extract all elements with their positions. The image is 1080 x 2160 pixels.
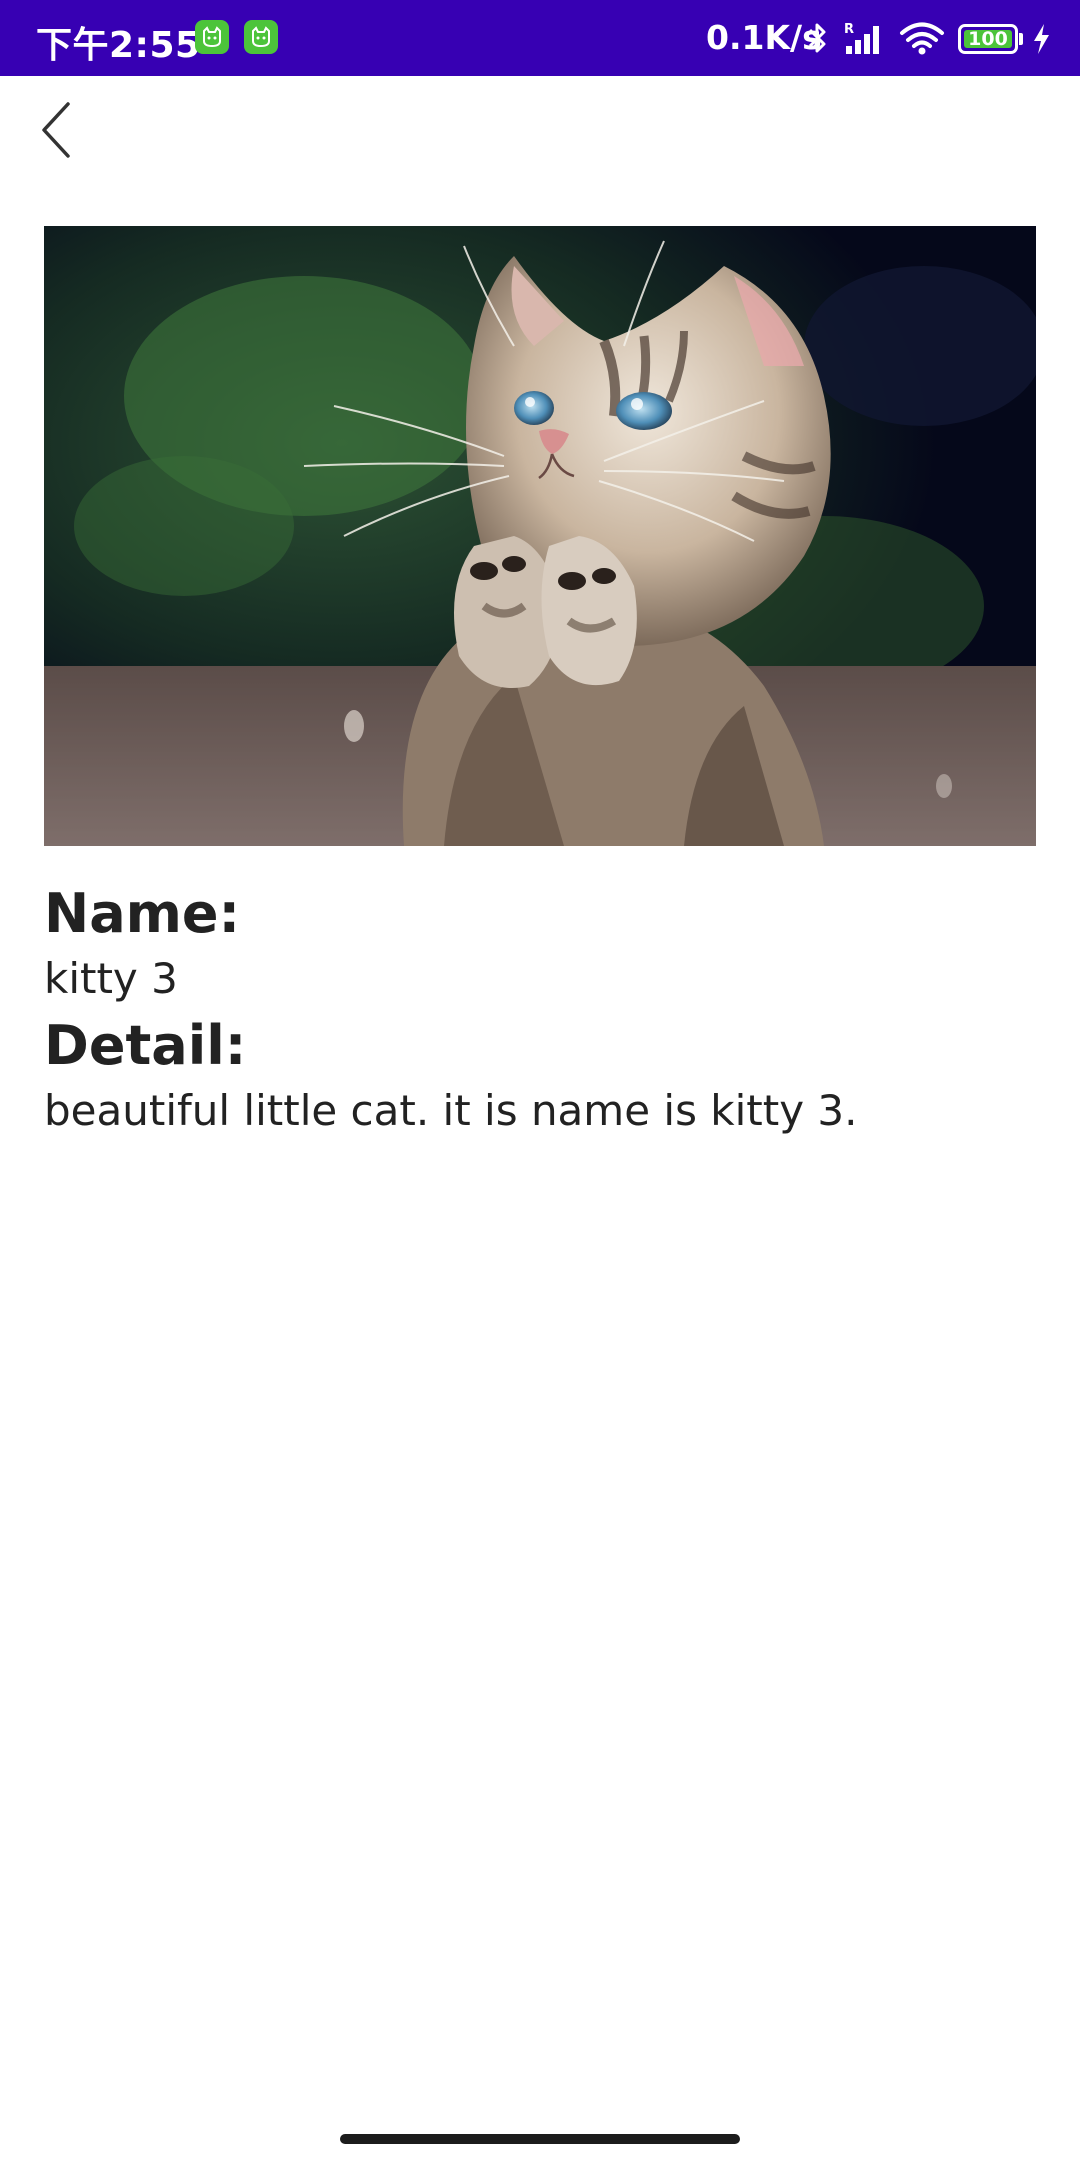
detail-value: beautiful little cat. it is name is kitt… <box>44 1086 858 1135</box>
bluetooth-icon <box>808 23 826 53</box>
cat-photo <box>44 226 1036 846</box>
status-bar: 下午2:55 0.1K/s R 100 <box>0 0 1080 76</box>
back-button[interactable] <box>24 90 88 170</box>
name-value: kitty 3 <box>44 954 178 1003</box>
battery-cap <box>1019 33 1023 45</box>
detail-label: Detail: <box>44 1014 247 1077</box>
home-indicator[interactable] <box>340 2134 740 2144</box>
battery-level: 100 <box>968 28 1008 50</box>
signal-icon: R <box>844 22 879 54</box>
chevron-left-icon <box>42 102 70 158</box>
svg-text:R: R <box>844 22 854 37</box>
status-time: 下午2:55 <box>36 25 201 66</box>
detail-screen: 下午2:55 0.1K/s R 100 Name: kitty 3 Detail… <box>0 0 1080 2160</box>
battery-icon: 100 <box>958 24 1018 54</box>
charging-icon <box>1034 24 1049 54</box>
app-notification-icon <box>244 20 278 54</box>
name-label: Name: <box>44 882 241 945</box>
app-notification-icon <box>195 20 229 54</box>
network-speed: 0.1K/s <box>706 18 822 57</box>
wifi-icon <box>900 22 944 55</box>
